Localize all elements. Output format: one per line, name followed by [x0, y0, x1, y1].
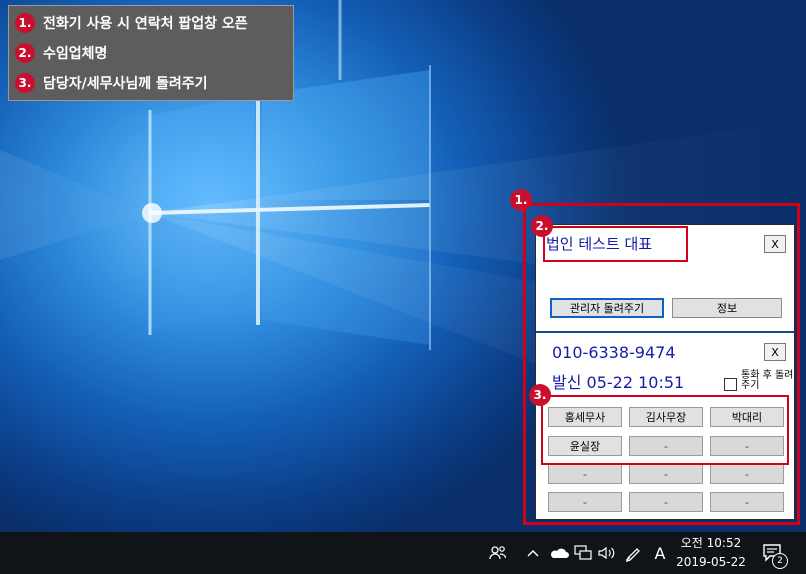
badge-2: 2.: [531, 215, 553, 237]
step-number-3: 3.: [15, 73, 35, 93]
callout-text-2: 수임업체명: [43, 46, 108, 62]
highlight-frame-company: [543, 226, 688, 262]
callout-item-3: 3. 담당자/세무사님께 돌려주기: [15, 70, 208, 96]
step-number-1: 1.: [15, 13, 35, 33]
notification-count-badge: 2: [772, 553, 788, 569]
callout-text-3: 담당자/세무사님께 돌려주기: [43, 76, 208, 92]
pen-ink-icon[interactable]: [622, 532, 644, 574]
taskbar: A 오전 10:52 2019-05-22 2: [0, 532, 806, 574]
people-icon[interactable]: [487, 532, 509, 574]
screen: 1. 전화기 사용 시 연락처 팝업창 오픈 2. 수임업체명 3. 담당자/세…: [0, 0, 806, 574]
callout-text-1: 전화기 사용 시 연락처 팝업창 오픈: [43, 16, 248, 32]
highlight-frame-staff: [541, 395, 789, 465]
chevron-up-icon[interactable]: [524, 532, 542, 574]
callout-item-1: 1. 전화기 사용 시 연락처 팝업창 오픈: [15, 10, 248, 36]
network-icon[interactable]: [572, 532, 594, 574]
action-center-button[interactable]: 2: [758, 532, 788, 574]
onedrive-cloud-icon[interactable]: [548, 532, 570, 574]
clock-time: 오전 10:52: [680, 536, 742, 550]
system-clock[interactable]: 오전 10:52 2019-05-22: [672, 534, 750, 572]
badge-1: 1.: [510, 189, 532, 211]
instruction-callout: 1. 전화기 사용 시 연락처 팝업창 오픈 2. 수임업체명 3. 담당자/세…: [8, 5, 294, 101]
badge-3: 3.: [529, 384, 551, 406]
clock-date: 2019-05-22: [676, 555, 746, 569]
ime-indicator[interactable]: A: [650, 532, 670, 574]
callout-item-2: 2. 수임업체명: [15, 40, 107, 66]
step-number-2: 2.: [15, 43, 35, 63]
volume-icon[interactable]: [596, 532, 618, 574]
